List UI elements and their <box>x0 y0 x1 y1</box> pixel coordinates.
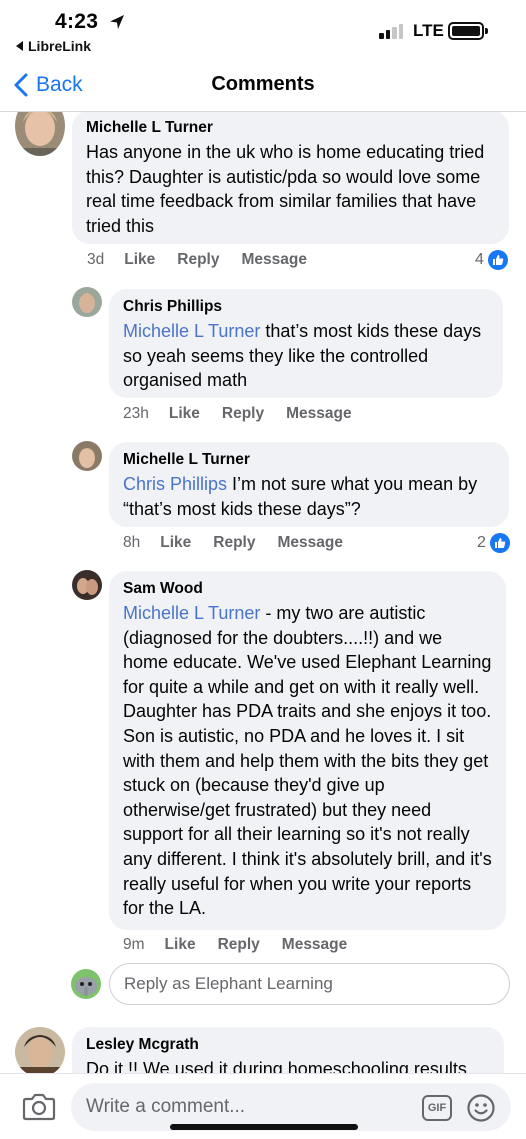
clock: 4:23 <box>55 10 99 33</box>
avatar[interactable] <box>15 1027 65 1077</box>
camera-icon[interactable] <box>22 1091 56 1121</box>
comment-text: Michelle L Turner that’s most kids these… <box>123 321 482 391</box>
network-type: LTE <box>413 21 444 40</box>
message-button[interactable]: Message <box>277 534 342 552</box>
thumbs-up-icon <box>489 533 510 553</box>
comment-age: 3d <box>87 251 105 268</box>
reaction-number: 4 <box>475 251 484 268</box>
comment-age: 23h <box>123 405 149 422</box>
comment-age: 8h <box>123 534 141 551</box>
comment-meta: 3d Like Reply Message <box>87 251 329 269</box>
comment-bubble[interactable]: Chris Phillips Michelle L Turner that’s … <box>109 289 503 398</box>
reaction-count[interactable]: 2 <box>477 533 510 553</box>
page-avatar <box>71 969 101 999</box>
reply-input[interactable]: Reply as Elephant Learning <box>109 963 510 1005</box>
comment-bubble[interactable]: Michelle L Turner Has anyone in the uk w… <box>72 110 509 244</box>
mention-link[interactable]: Michelle L Turner <box>123 603 260 623</box>
avatar[interactable] <box>72 441 102 471</box>
location-arrow-icon <box>110 15 124 29</box>
comment-age: 9m <box>123 936 145 953</box>
reply-button[interactable]: Reply <box>218 936 260 954</box>
comment-bubble[interactable]: Sam Wood Michelle L Turner - my two are … <box>109 571 506 930</box>
back-to-app-link[interactable]: LibreLink <box>16 38 91 54</box>
comment-text: Has anyone in the uk who is home educati… <box>86 142 485 236</box>
comment-meta: 23h Like Reply Message <box>123 405 374 423</box>
thumbs-up-icon <box>487 250 508 270</box>
comment-meta: 9m Like Reply Message <box>123 936 369 954</box>
comment-author[interactable]: Michelle L Turner <box>123 450 495 470</box>
status-bar: 4:23 LibreLink LTE <box>0 0 526 58</box>
message-button[interactable]: Message <box>241 251 306 269</box>
reaction-number: 2 <box>477 534 486 551</box>
home-indicator[interactable] <box>170 1124 358 1130</box>
reply-button[interactable]: Reply <box>222 405 264 423</box>
gif-button[interactable]: GIF <box>422 1095 452 1121</box>
comment-author[interactable]: Chris Phillips <box>123 297 489 317</box>
mention-link[interactable]: Michelle L Turner <box>123 321 260 341</box>
comment-text: Michelle L Turner - my two are autistic … <box>123 603 492 919</box>
comment-meta: 8h Like Reply Message <box>123 534 365 552</box>
comment-text: Chris Phillips I’m not sure what you mea… <box>123 474 478 519</box>
like-button[interactable]: Like <box>169 405 200 423</box>
comment-bubble[interactable]: Michelle L Turner Chris Phillips I’m not… <box>109 442 509 527</box>
battery-icon <box>448 22 488 40</box>
like-button[interactable]: Like <box>160 534 191 552</box>
reply-placeholder: Reply as Elephant Learning <box>124 974 333 993</box>
comment-placeholder: Write a comment... <box>86 1096 246 1117</box>
reply-button[interactable]: Reply <box>177 251 219 269</box>
signal-icon <box>379 23 405 39</box>
emoji-icon[interactable] <box>466 1093 496 1123</box>
reply-button[interactable]: Reply <box>213 534 255 552</box>
like-button[interactable]: Like <box>124 251 155 269</box>
comment-author[interactable]: Sam Wood <box>123 579 492 599</box>
nav-bar: Back Comments <box>0 60 526 112</box>
page-title: Comments <box>211 73 315 95</box>
reaction-count[interactable]: 4 <box>475 250 508 270</box>
comment-author[interactable]: Michelle L Turner <box>86 118 495 138</box>
avatar[interactable] <box>72 287 102 317</box>
mention-link[interactable]: Chris Phillips <box>123 474 227 494</box>
comment-author[interactable]: Lesley Mcgrath <box>86 1035 490 1055</box>
back-app-label: LibreLink <box>28 38 92 54</box>
avatar[interactable] <box>72 570 102 600</box>
message-button[interactable]: Message <box>282 936 347 954</box>
like-button[interactable]: Like <box>165 936 196 954</box>
back-triangle-icon <box>16 41 23 51</box>
message-button[interactable]: Message <box>286 405 351 423</box>
